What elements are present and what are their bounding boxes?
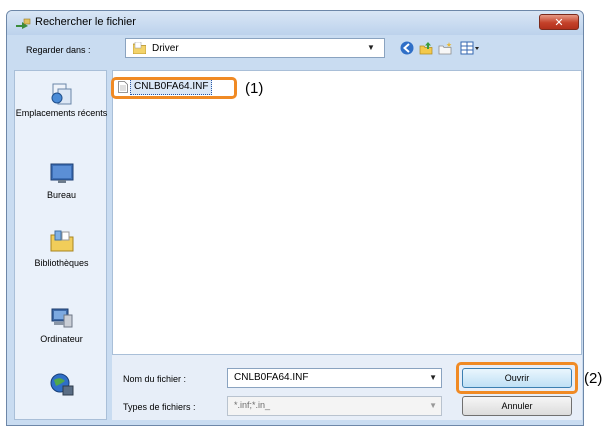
callout-label-file: (1) bbox=[245, 80, 264, 97]
callout-label-open: (2) bbox=[584, 370, 603, 387]
place-label-recent: Emplacements récents bbox=[15, 108, 108, 118]
place-computer[interactable]: Ordinateur bbox=[15, 307, 108, 345]
filename-label: Nom du fichier : bbox=[123, 374, 187, 384]
place-label-desktop: Bureau bbox=[46, 190, 77, 200]
new-folder-icon[interactable] bbox=[438, 41, 452, 55]
cancel-button[interactable]: Annuler bbox=[462, 396, 572, 416]
libraries-icon bbox=[50, 230, 73, 252]
filename-value: CNLB0FA64.INF bbox=[234, 372, 309, 383]
callout-box-open bbox=[456, 362, 578, 394]
desktop-icon bbox=[50, 163, 73, 183]
place-libraries[interactable]: Bibliothèques bbox=[15, 229, 108, 269]
callout-box-file bbox=[111, 77, 237, 99]
place-recent[interactable]: Emplacements récents bbox=[15, 83, 108, 119]
dialog-icon bbox=[16, 18, 31, 29]
look-in-combo[interactable]: Driver bbox=[125, 38, 385, 58]
close-icon: ✕ bbox=[554, 16, 564, 29]
up-folder-icon[interactable] bbox=[419, 41, 433, 55]
chevron-down-icon[interactable]: ▼ bbox=[429, 373, 437, 382]
places-bar: Emplacements récents Bureau Bibliothèque… bbox=[14, 70, 107, 420]
filetype-select[interactable]: *.inf;*.in_ ▼ bbox=[227, 396, 442, 416]
chevron-down-icon[interactable]: ▼ bbox=[429, 401, 437, 410]
place-network[interactable] bbox=[15, 371, 108, 399]
title-bar[interactable]: Rechercher le fichier ✕ bbox=[7, 11, 583, 35]
filetype-label: Types de fichiers : bbox=[123, 402, 196, 412]
folder-icon bbox=[133, 42, 146, 54]
place-label-computer: Ordinateur bbox=[40, 334, 83, 344]
place-label-libraries: Bibliothèques bbox=[34, 258, 89, 268]
file-list[interactable]: CNLB0FA64.INF bbox=[112, 70, 582, 355]
back-icon[interactable] bbox=[400, 41, 414, 55]
chevron-down-icon[interactable]: ▼ bbox=[364, 42, 378, 54]
view-menu-icon[interactable] bbox=[460, 41, 480, 55]
place-desktop[interactable]: Bureau bbox=[15, 163, 108, 201]
computer-icon bbox=[51, 308, 72, 328]
look-in-label: Regarder dans : bbox=[26, 45, 91, 55]
window-title: Rechercher le fichier bbox=[35, 16, 136, 28]
recent-places-icon bbox=[51, 83, 71, 105]
filename-input[interactable]: CNLB0FA64.INF ▼ bbox=[227, 368, 442, 388]
filetype-value: *.inf;*.in_ bbox=[234, 400, 271, 410]
network-icon bbox=[50, 373, 73, 396]
look-in-value: Driver bbox=[152, 43, 179, 54]
close-button[interactable]: ✕ bbox=[539, 14, 579, 30]
